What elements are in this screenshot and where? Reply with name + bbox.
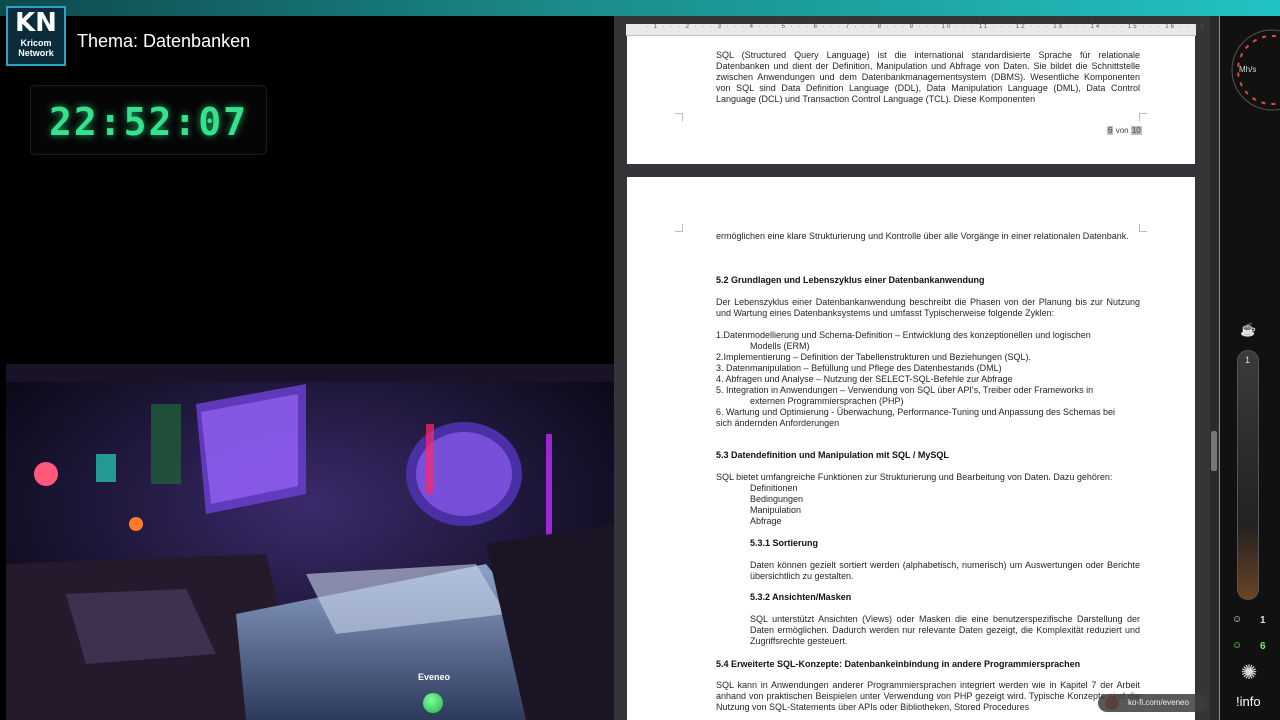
page-number: 6 von 10 [1107,126,1142,135]
list-item: Modells (ERM) [750,341,810,351]
list-item: 4. Abfragen und Analyse – Nutzung der SE… [716,374,1013,384]
scrollbar-thumb[interactable] [1211,431,1217,471]
document-page-6[interactable]: SQL (Structured Query Language) ist die … [627,36,1195,164]
document-viewer[interactable]: · 1 · · · 2 · · · 3 · · · 4 · · · 5 · · … [614,16,1219,720]
heading-5-3-1: 5.3.1 Sortierung [750,538,819,548]
crop-mark [1139,113,1147,121]
digital-clock: 22:52:07 [30,85,267,155]
progress-tube [1237,350,1259,600]
list-item: Abfrage [750,516,782,526]
heading-5-3-2: 5.3.2 Ansichten/Masken [750,592,852,602]
vertical-scrollbar[interactable] [1210,16,1218,720]
speed-unit-label: Mh/s [1239,65,1257,74]
paragraph-5-3-1: Daten können gezielt sortiert werden (al… [750,560,1140,581]
list-item: 1.Datenmodellierung und Schema-Definitio… [716,330,1091,340]
paragraph-5-3: SQL bietet umfangreiche Funktionen zur S… [716,472,1113,482]
kricom-network-logo: KN Kricom Network [6,6,66,66]
list-item: Definitionen [750,483,798,493]
top-frame-bar [0,0,1280,16]
clock-time: 22:52:07 [48,100,249,144]
streamer-name: Eveneo [418,672,451,682]
sparkle-icon: ✺ [1240,662,1258,684]
list-item: 6. Wartung und Optimierung - Überwachung… [716,407,1116,417]
ruler[interactable]: · 1 · · · 2 · · · 3 · · · 4 · · · 5 · · … [626,24,1204,36]
paragraph-5-2: Der Lebenszyklus einer Datenbankanwendun… [716,297,1140,318]
kofi-link[interactable]: ko-fi.com/eveneo [1098,694,1208,712]
user-icon: ☺ [1232,614,1243,625]
list-item: 2.Implementierung – Definition der Tabel… [716,352,1032,362]
list-item: sich ändernden Anforderungen [716,418,840,428]
user-icon: ☺ [1232,640,1243,651]
info-command-label: !info [1236,694,1261,709]
heading-5-3: 5.3 Datendefinition und Manipulation mit… [716,450,949,460]
viewer-row: ☺ 1 [1232,614,1266,626]
topic-title: Thema: Datenbanken [77,31,251,51]
tube-level: 1 [1245,355,1251,365]
heading-5-4: 5.4 Erweiterte SQL-Konzepte: Datenbankei… [716,659,1081,669]
document-page-7[interactable]: ermöglichen eine klare Strukturierung un… [627,177,1195,720]
crop-mark [675,224,683,232]
crop-mark [675,113,683,121]
continued-paragraph: ermöglichen eine klare Strukturierung un… [716,231,1129,241]
scifi-bedroom-scene [6,364,614,720]
list-item: Manipulation [750,505,802,515]
sql-intro-paragraph: SQL (Structured Query Language) ist die … [716,50,1140,104]
list-item: 3. Datenmanipulation – Befüllung und Pfl… [716,363,1002,373]
list-item: 5. Integration in Anwendungen – Verwendu… [716,385,1094,395]
coffee-cup-icon: ☕ [1240,322,1257,337]
heading-5-2: 5.2 Grundlagen und Lebenszyklus einer Da… [716,275,985,285]
status-indicator [423,693,443,713]
crop-mark [1139,224,1147,232]
list-item: Bedingungen [750,494,804,504]
viewer-row: ☺ 6 [1232,640,1266,652]
list-item: externen Programmiersprachen (PHP) [750,396,904,406]
paragraph-5-4: SQL kann in Anwendungen anderer Programm… [716,680,1140,712]
paragraph-5-3-2: SQL unterstützt Ansichten (Views) oder M… [750,614,1140,646]
